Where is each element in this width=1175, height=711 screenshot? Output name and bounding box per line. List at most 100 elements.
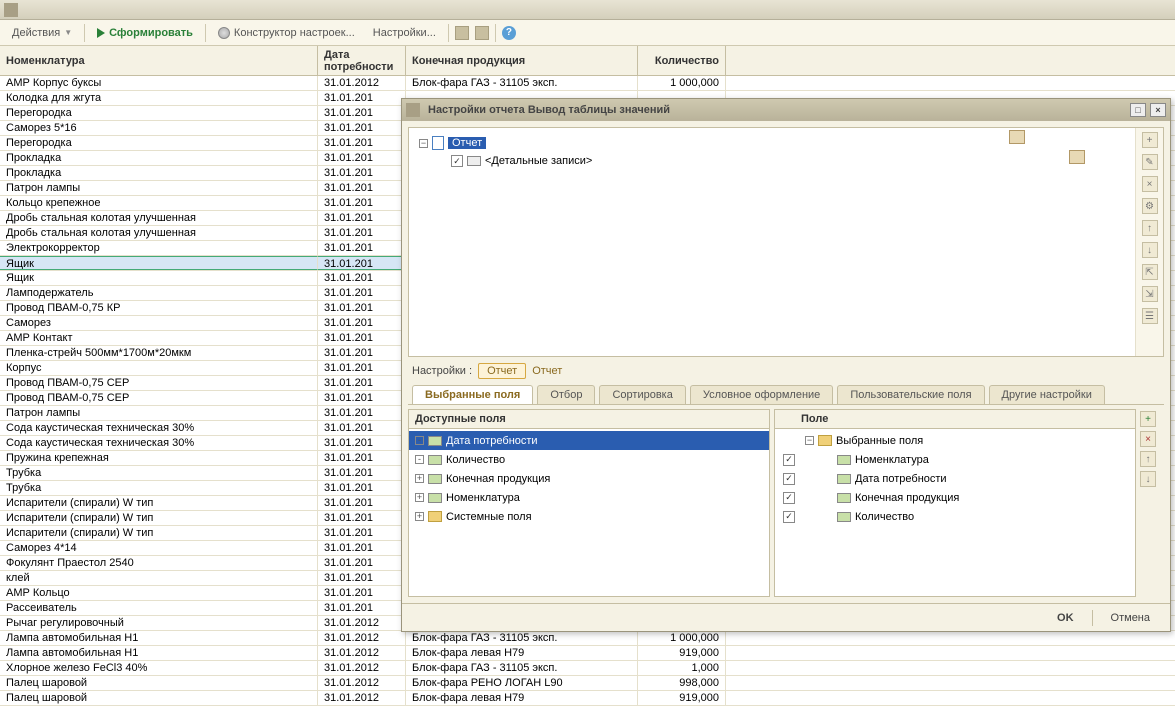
tab-2[interactable]: Сортировка [599, 385, 685, 404]
checkbox[interactable]: ✓ [783, 454, 795, 466]
table-row[interactable]: Лампа автомобильная H131.01.2012Блок-фар… [0, 631, 1175, 646]
table-row[interactable]: АМР Корпус буксы31.01.2012Блок-фара ГАЗ … [0, 76, 1175, 91]
cell-date: 31.01.2012 [318, 646, 406, 660]
dialog-titlebar[interactable]: Настройки отчета Вывод таблицы значений … [402, 99, 1170, 121]
remove-field-button[interactable]: × [1140, 431, 1156, 447]
table-row[interactable]: Палец шаровой31.01.2012Блок-фара РЕНО ЛО… [0, 676, 1175, 691]
close-button[interactable]: × [1150, 103, 1166, 117]
cell-nom: Саморез 5*16 [0, 121, 318, 135]
action3-button[interactable]: ☰ [1142, 308, 1158, 324]
available-header: Доступные поля [409, 410, 769, 429]
field-label: Конечная продукция [855, 492, 959, 504]
cell-nom: Сода каустическая техническая 30% [0, 436, 318, 450]
settings-path-row: Настройки : Отчет Отчет [408, 361, 1164, 381]
checkbox[interactable]: ✓ [783, 511, 795, 523]
expand-icon[interactable]: - [415, 436, 424, 445]
tree-detail[interactable]: ✓ <Детальные записи> [415, 152, 1129, 170]
cell-nom: Пружина крепежная [0, 451, 318, 465]
book-icon[interactable] [1069, 150, 1085, 164]
available-body[interactable]: -Дата потребности-Количество+Конечная пр… [409, 429, 769, 596]
cell-nom: Колодка для жгута [0, 91, 318, 105]
cancel-button[interactable]: Отмена [1101, 610, 1160, 626]
field-icon [428, 455, 442, 465]
cell-date: 31.01.201 [318, 556, 406, 570]
cell-qty: 919,000 [638, 646, 726, 660]
tool-icon-2[interactable] [475, 26, 489, 40]
add-field-button[interactable]: + [1140, 411, 1156, 427]
expand-icon[interactable]: + [415, 512, 424, 521]
tab-1[interactable]: Отбор [537, 385, 595, 404]
collapse-icon[interactable]: − [419, 139, 428, 148]
action2-button[interactable]: ⇲ [1142, 286, 1158, 302]
settings-button[interactable]: Настройки... [367, 25, 442, 41]
ok-button[interactable]: OK [1047, 610, 1084, 626]
prop-button[interactable]: ⚙ [1142, 198, 1158, 214]
available-item[interactable]: -Дата потребности [409, 431, 769, 450]
cell-prod: Блок-фара ГАЗ - 31105 эксп. [406, 76, 638, 90]
cell-date: 31.01.201 [318, 271, 406, 285]
up-button[interactable]: ↑ [1142, 220, 1158, 236]
edit-button[interactable]: ✎ [1142, 154, 1158, 170]
titlebar [0, 0, 1175, 20]
field-label: Количество [446, 454, 505, 466]
selected-body[interactable]: −Выбранные поля✓Номенклатура✓Дата потреб… [775, 429, 1135, 596]
add-button[interactable]: + [1142, 132, 1158, 148]
designer-button[interactable]: Конструктор настроек... [212, 25, 361, 41]
tree-area[interactable]: − Отчет ✓ <Детальные записи> [409, 128, 1135, 356]
selected-root[interactable]: −Выбранные поля [775, 431, 1135, 450]
cell-date: 31.01.201 [318, 541, 406, 555]
selected-item[interactable]: ✓ Конечная продукция [775, 488, 1135, 507]
table-row[interactable]: Хлорное железо FeCl3 40%31.01.2012Блок-ф… [0, 661, 1175, 676]
table-row[interactable]: Лампа автомобильная H131.01.2012Блок-фар… [0, 646, 1175, 661]
tab-5[interactable]: Другие настройки [989, 385, 1105, 404]
available-item[interactable]: +Номенклатура [409, 488, 769, 507]
stack-icon[interactable] [1009, 130, 1025, 144]
settings-path[interactable]: Отчет [478, 363, 526, 379]
tab-3[interactable]: Условное оформление [690, 385, 833, 404]
col-date[interactable]: Дата потребности [318, 46, 406, 75]
delete-button[interactable]: × [1142, 176, 1158, 192]
cell-nom: Испарители (спирали) W тип [0, 496, 318, 510]
expand-icon[interactable]: - [415, 455, 424, 464]
checkbox-icon[interactable]: ✓ [451, 155, 463, 167]
separator [495, 24, 496, 42]
form-button[interactable]: Сформировать [91, 25, 199, 41]
tab-0[interactable]: Выбранные поля [412, 385, 533, 404]
form-label: Сформировать [109, 27, 193, 39]
available-item[interactable]: +Конечная продукция [409, 469, 769, 488]
selected-item[interactable]: ✓Номенклатура [775, 450, 1135, 469]
down-button[interactable]: ↓ [1142, 242, 1158, 258]
col-quantity[interactable]: Количество [638, 46, 726, 75]
field-up-button[interactable]: ↑ [1140, 451, 1156, 467]
help-icon[interactable]: ? [502, 26, 516, 40]
cell-date: 31.01.2012 [318, 631, 406, 645]
selected-item[interactable]: ✓Дата потребности [775, 469, 1135, 488]
selected-item[interactable]: ✓Количество [775, 507, 1135, 526]
cell-nom: Ящик [0, 271, 318, 285]
maximize-button[interactable]: □ [1130, 103, 1146, 117]
field-down-button[interactable]: ↓ [1140, 471, 1156, 487]
cell-nom: клей [0, 571, 318, 585]
tool-icon-1[interactable] [455, 26, 469, 40]
cell-date: 31.01.201 [318, 391, 406, 405]
available-item[interactable]: - Количество [409, 450, 769, 469]
expand-icon[interactable]: + [415, 474, 424, 483]
collapse-icon[interactable]: − [805, 436, 814, 445]
actions-menu[interactable]: Действия ▼ [6, 25, 78, 41]
field-icon [837, 512, 851, 522]
checkbox[interactable]: ✓ [783, 492, 795, 504]
cell-nom: АМР Контакт [0, 331, 318, 345]
tab-4[interactable]: Пользовательские поля [837, 385, 984, 404]
table-row[interactable]: Палец шаровой31.01.2012Блок-фара левая Н… [0, 691, 1175, 706]
checkbox[interactable]: ✓ [783, 473, 795, 485]
available-item[interactable]: +Системные поля [409, 507, 769, 526]
expand-icon[interactable]: + [415, 493, 424, 502]
cell-date: 31.01.201 [318, 496, 406, 510]
col-nomenclature[interactable]: Номенклатура [0, 46, 318, 75]
cell-nom: Хлорное железо FeCl3 40% [0, 661, 318, 675]
action1-button[interactable]: ⇱ [1142, 264, 1158, 280]
col-product[interactable]: Конечная продукция [406, 46, 638, 75]
field-icon [837, 455, 851, 465]
cell-nom: Трубка [0, 466, 318, 480]
dialog-footer: OK Отмена [402, 603, 1170, 631]
